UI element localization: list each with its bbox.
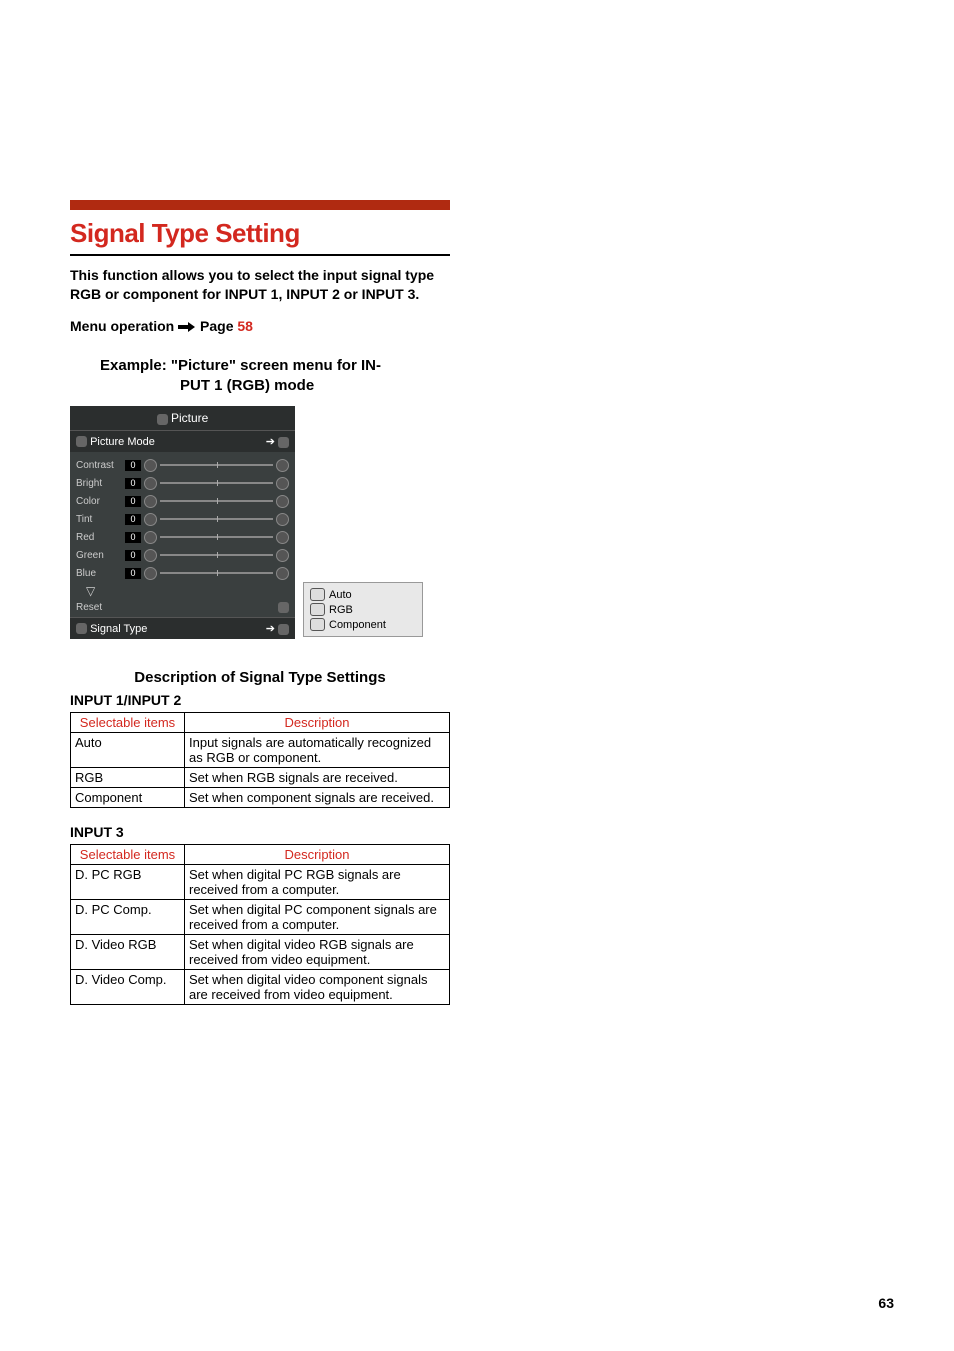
page-number: 63 xyxy=(878,1295,894,1311)
osd-row: Bright0 xyxy=(76,476,289,490)
table-row: D. PC RGBSet when digital PC RGB signals… xyxy=(71,865,450,900)
mode-icon xyxy=(76,436,87,447)
table-row: AutoInput signals are automatically reco… xyxy=(71,733,450,768)
osd-row: Red0 xyxy=(76,530,289,544)
th-items: Selectable items xyxy=(71,845,185,865)
desc-heading: Description of Signal Type Settings xyxy=(70,669,450,686)
menu-op-prefix: Menu operation xyxy=(70,318,174,334)
page-link[interactable]: 58 xyxy=(237,318,253,334)
auto-icon xyxy=(310,588,325,601)
osd-picture-mode: Picture Mode ➔ xyxy=(70,430,295,452)
example-line2: PUT 1 (RGB) mode xyxy=(100,376,450,396)
signal-type-popup: Auto RGB Component xyxy=(303,582,423,637)
th-desc: Description xyxy=(185,845,450,865)
menu-op-page-label: Page xyxy=(200,318,233,334)
table-row: D. Video Comp.Set when digital video com… xyxy=(71,970,450,1005)
component-icon xyxy=(310,618,325,631)
osd-row: Tint0 xyxy=(76,512,289,526)
popup-option: Auto xyxy=(308,587,418,602)
section-title: Signal Type Setting xyxy=(70,218,450,249)
table-row: D. Video RGBSet when digital video RGB s… xyxy=(71,935,450,970)
picture-icon xyxy=(157,414,168,425)
osd-row: Blue0 xyxy=(76,566,289,580)
osd-row: Contrast0 xyxy=(76,458,289,472)
osd-title: Picture xyxy=(70,406,295,430)
menu-operation: Menu operation Page 58 xyxy=(70,318,450,334)
example-line1: Example: "Picture" screen menu for IN- xyxy=(100,356,450,376)
mode-action-icon xyxy=(278,437,289,448)
osd-row: Green0 xyxy=(76,548,289,562)
example-heading: Example: "Picture" screen menu for IN- P… xyxy=(70,356,450,397)
reset-icon xyxy=(278,602,289,613)
osd-signal-type: Signal Type ➔ xyxy=(70,617,295,639)
accent-bar xyxy=(70,200,450,210)
table-input3: Selectable items Description D. PC RGBSe… xyxy=(70,844,450,1005)
intro-text: This function allows you to select the i… xyxy=(70,266,450,304)
th-desc: Description xyxy=(185,713,450,733)
osd-menu: Picture Picture Mode ➔ Contrast0 Bright0… xyxy=(70,406,295,639)
osd-row: Color0 xyxy=(76,494,289,508)
popup-option: Component xyxy=(308,617,418,632)
popup-option: RGB xyxy=(308,602,418,617)
osd-scroll-down-icon: ▽ xyxy=(76,584,289,598)
table-row: RGBSet when RGB signals are received. xyxy=(71,768,450,788)
table-input12: Selectable items Description AutoInput s… xyxy=(70,712,450,808)
input12-label: INPUT 1/INPUT 2 xyxy=(70,692,450,708)
title-rule xyxy=(70,254,450,256)
input3-label: INPUT 3 xyxy=(70,824,450,840)
th-items: Selectable items xyxy=(71,713,185,733)
arrow-right-icon xyxy=(178,321,196,333)
osd-reset: Reset xyxy=(70,600,295,617)
table-row: ComponentSet when component signals are … xyxy=(71,788,450,808)
osd-sliders: Contrast0 Bright0 Color0 Tint0 Red0 Gree… xyxy=(70,452,295,600)
signal-icon xyxy=(76,623,87,634)
signal-action-icon xyxy=(278,624,289,635)
table-row: D. PC Comp.Set when digital PC component… xyxy=(71,900,450,935)
rgb-icon xyxy=(310,603,325,616)
